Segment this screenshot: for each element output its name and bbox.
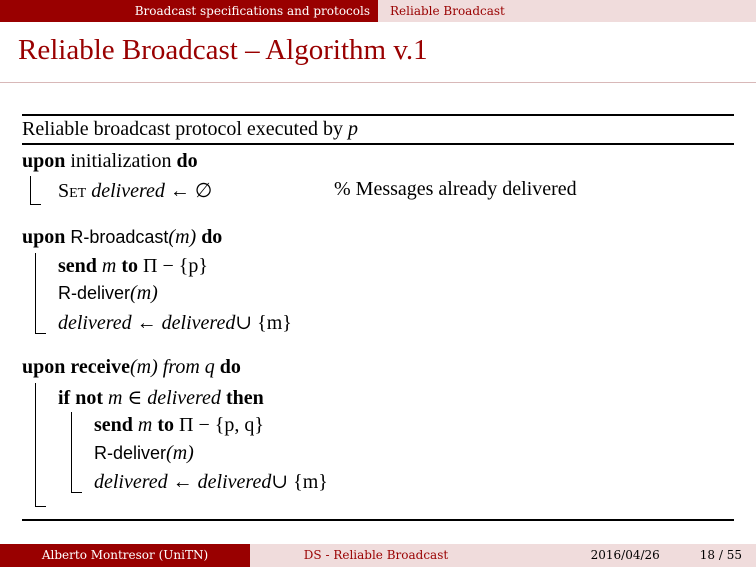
algorithm-caption: Reliable broadcast protocol executed by …	[22, 118, 358, 141]
not-keyword: not	[75, 387, 104, 409]
caption-text: Reliable broadcast protocol executed by	[22, 118, 343, 140]
send-destination: Π − {p, q}	[179, 414, 264, 436]
init-event: initialization	[70, 150, 172, 172]
section-navigation-bar: Broadcast specifications and protocols R…	[0, 0, 756, 22]
rbroadcast-deliver-line: R-deliver(m)	[58, 282, 158, 305]
union-expression: ∪ {m}	[235, 312, 292, 334]
caption-process-var: p	[348, 118, 358, 140]
union-expression: ∪ {m}	[271, 471, 328, 493]
init-header: upon initialization do	[22, 150, 198, 173]
delivered-var: delivered	[91, 180, 165, 202]
rbroadcast-update-line: delivered ← delivered∪ {m}	[58, 310, 292, 335]
do-keyword: do	[176, 150, 198, 172]
if-keyword: if	[58, 387, 71, 409]
rbroadcast-block-end	[35, 333, 46, 334]
rbroadcast-send-line: send m to Π − {p}	[58, 255, 208, 278]
init-block-bar	[30, 176, 31, 204]
rdeliver-arg: (m)	[130, 282, 158, 304]
receive-if-line: if not m ∈ delivered then	[58, 385, 264, 410]
footer-page-number: 18 / 55	[699, 548, 742, 562]
rdeliver-call: R-deliver	[94, 443, 167, 463]
do-keyword: do	[201, 226, 223, 248]
init-comment: % Messages already delivered	[334, 178, 577, 200]
send-destination: Π − {p}	[143, 255, 208, 277]
delivered-var: delivered	[161, 312, 236, 334]
delivered-var: delivered	[58, 312, 132, 334]
to-keyword: to	[157, 414, 175, 436]
if-block-bar	[71, 412, 72, 492]
upon-keyword: upon	[22, 150, 66, 172]
upon-keyword: upon	[22, 226, 66, 248]
rbroadcast-arg: (m)	[168, 226, 197, 248]
nav-subsection[interactable]: Reliable Broadcast	[378, 0, 756, 22]
algorithm-top-rule	[22, 114, 734, 116]
footer-date-page: 2016/04/26 18 / 55	[502, 544, 756, 567]
receive-send-line: send m to Π − {p, q}	[94, 414, 264, 437]
message-var: m	[137, 414, 153, 436]
then-keyword: then	[225, 387, 264, 409]
assign-arrow: ←	[172, 471, 193, 493]
receive-event: receive	[70, 356, 130, 378]
slide-footer: Alberto Montresor (UniTN) DS - Reliable …	[0, 544, 756, 567]
delivered-var: delivered	[197, 471, 272, 493]
receive-deliver-line: R-deliver(m)	[94, 442, 194, 465]
footer-author: Alberto Montresor (UniTN)	[0, 544, 250, 567]
membership-expression: m ∈	[108, 387, 143, 409]
receive-block-end	[35, 506, 46, 507]
footer-title: DS - Reliable Broadcast	[250, 544, 502, 567]
upon-keyword: upon	[22, 356, 66, 378]
if-block-end	[71, 492, 82, 493]
set-keyword: Set	[58, 180, 87, 202]
rbroadcast-header: upon R-broadcast(m) do	[22, 226, 222, 249]
assign-arrow: ←	[136, 312, 157, 334]
footer-date: 2016/04/26	[590, 548, 660, 562]
algorithm-bottom-rule	[22, 519, 734, 521]
rdeliver-arg: (m)	[166, 442, 194, 464]
rbroadcast-block-bar	[35, 253, 36, 333]
delivered-var: delivered	[94, 471, 168, 493]
sender-var: q	[204, 356, 215, 378]
receive-update-line: delivered ← delivered∪ {m}	[94, 469, 328, 494]
send-keyword: send	[94, 414, 133, 436]
algorithm-caption-rule	[22, 143, 734, 145]
do-keyword: do	[219, 356, 241, 378]
nav-section[interactable]: Broadcast specifications and protocols	[0, 0, 378, 22]
from-keyword: from	[162, 356, 200, 378]
send-keyword: send	[58, 255, 97, 277]
receive-arg: (m)	[129, 356, 158, 378]
set-assignment: ← ∅	[169, 180, 213, 202]
to-keyword: to	[121, 255, 139, 277]
rdeliver-call: R-deliver	[58, 283, 131, 303]
init-set-line: Set delivered ← ∅	[58, 178, 212, 203]
init-block-end	[30, 204, 41, 205]
title-divider	[0, 82, 756, 83]
receive-block-bar	[35, 383, 36, 506]
rbroadcast-event: R-broadcast	[70, 227, 169, 247]
slide-title: Reliable Broadcast – Algorithm v.1	[18, 34, 428, 66]
receive-header: upon receive(m) from q do	[22, 356, 241, 379]
message-var: m	[101, 255, 117, 277]
delivered-var: delivered	[147, 387, 221, 409]
